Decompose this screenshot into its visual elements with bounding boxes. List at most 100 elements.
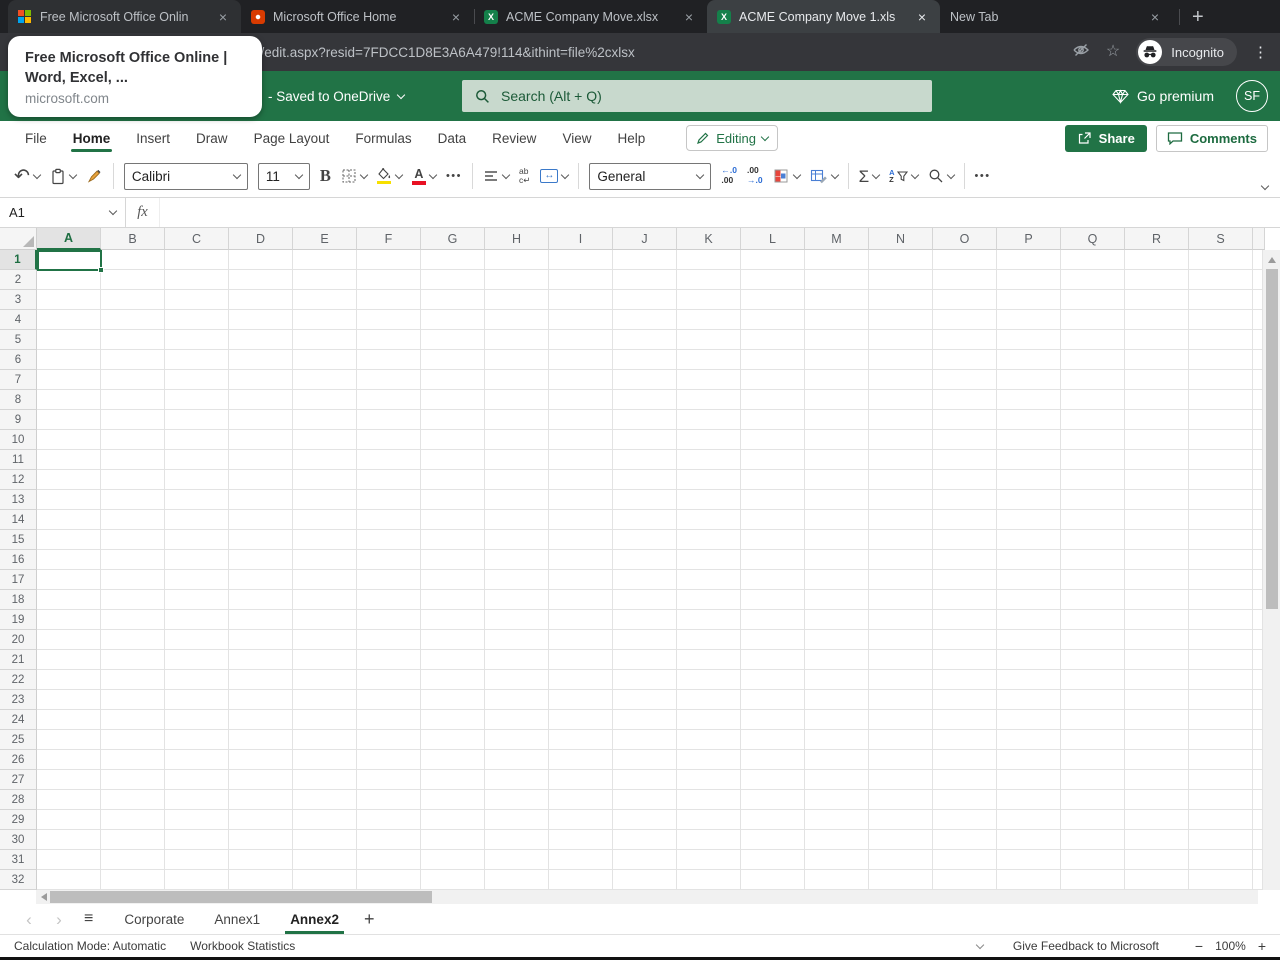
cell-k22[interactable]	[677, 670, 741, 690]
cell-l11[interactable]	[741, 450, 805, 470]
cell-h27[interactable]	[485, 770, 549, 790]
cell-h32[interactable]	[485, 870, 549, 890]
cell-b3[interactable]	[101, 290, 165, 310]
cell-l10[interactable]	[741, 430, 805, 450]
cell-b23[interactable]	[101, 690, 165, 710]
cell-d32[interactable]	[229, 870, 293, 890]
cell-m22[interactable]	[805, 670, 869, 690]
cell-h15[interactable]	[485, 530, 549, 550]
cell-f10[interactable]	[357, 430, 421, 450]
cell-q15[interactable]	[1061, 530, 1125, 550]
cell-s4[interactable]	[1189, 310, 1253, 330]
cell-o6[interactable]	[933, 350, 997, 370]
cell-a16[interactable]	[37, 550, 101, 570]
cell-n29[interactable]	[869, 810, 933, 830]
cell-o9[interactable]	[933, 410, 997, 430]
cell-e25[interactable]	[293, 730, 357, 750]
cell-s17[interactable]	[1189, 570, 1253, 590]
cell-b17[interactable]	[101, 570, 165, 590]
cell-s26[interactable]	[1189, 750, 1253, 770]
cell-r19[interactable]	[1125, 610, 1189, 630]
cell-i14[interactable]	[549, 510, 613, 530]
cell-g10[interactable]	[421, 430, 485, 450]
cell-d26[interactable]	[229, 750, 293, 770]
cell-g32[interactable]	[421, 870, 485, 890]
cell-q22[interactable]	[1061, 670, 1125, 690]
cell-r22[interactable]	[1125, 670, 1189, 690]
cell-o5[interactable]	[933, 330, 997, 350]
cell-j9[interactable]	[613, 410, 677, 430]
cell-c7[interactable]	[165, 370, 229, 390]
cell-i3[interactable]	[549, 290, 613, 310]
cell-s32[interactable]	[1189, 870, 1253, 890]
cell-e27[interactable]	[293, 770, 357, 790]
cell-q29[interactable]	[1061, 810, 1125, 830]
cell-o26[interactable]	[933, 750, 997, 770]
cell-l29[interactable]	[741, 810, 805, 830]
borders-button[interactable]	[341, 168, 369, 184]
cell-h2[interactable]	[485, 270, 549, 290]
cell-m15[interactable]	[805, 530, 869, 550]
cell-c2[interactable]	[165, 270, 229, 290]
cell-m5[interactable]	[805, 330, 869, 350]
cell-p25[interactable]	[997, 730, 1061, 750]
name-box[interactable]: A1	[0, 198, 126, 227]
cell-e9[interactable]	[293, 410, 357, 430]
cell-q11[interactable]	[1061, 450, 1125, 470]
cell-h6[interactable]	[485, 350, 549, 370]
cell-a27[interactable]	[37, 770, 101, 790]
cell-p5[interactable]	[997, 330, 1061, 350]
cell-l5[interactable]	[741, 330, 805, 350]
cell-d25[interactable]	[229, 730, 293, 750]
cell-l14[interactable]	[741, 510, 805, 530]
cell-b10[interactable]	[101, 430, 165, 450]
cell-a5[interactable]	[37, 330, 101, 350]
cell-h24[interactable]	[485, 710, 549, 730]
merge-cells-button[interactable]: ↔	[540, 169, 570, 183]
cell-d6[interactable]	[229, 350, 293, 370]
cell-l24[interactable]	[741, 710, 805, 730]
more-font-options-button[interactable]: •••	[446, 170, 462, 182]
cell-a11[interactable]	[37, 450, 101, 470]
cell-c8[interactable]	[165, 390, 229, 410]
cell-i23[interactable]	[549, 690, 613, 710]
increase-decimal-button[interactable]: .00 →.0	[747, 165, 763, 186]
cell-e4[interactable]	[293, 310, 357, 330]
cell-b24[interactable]	[101, 710, 165, 730]
horizontal-scrollbar[interactable]	[36, 890, 1258, 904]
cell-g29[interactable]	[421, 810, 485, 830]
cell-p3[interactable]	[997, 290, 1061, 310]
cell-f18[interactable]	[357, 590, 421, 610]
cell-j30[interactable]	[613, 830, 677, 850]
cell-p15[interactable]	[997, 530, 1061, 550]
cell-e31[interactable]	[293, 850, 357, 870]
cell-c21[interactable]	[165, 650, 229, 670]
cell-m29[interactable]	[805, 810, 869, 830]
cell-g3[interactable]	[421, 290, 485, 310]
cell-p29[interactable]	[997, 810, 1061, 830]
cell-h9[interactable]	[485, 410, 549, 430]
comments-button[interactable]: Comments	[1155, 124, 1268, 152]
cell-h7[interactable]	[485, 370, 549, 390]
cell-b12[interactable]	[101, 470, 165, 490]
cell-f16[interactable]	[357, 550, 421, 570]
cell-m31[interactable]	[805, 850, 869, 870]
cell-p23[interactable]	[997, 690, 1061, 710]
cell-h13[interactable]	[485, 490, 549, 510]
cell-i4[interactable]	[549, 310, 613, 330]
row-header-24[interactable]: 24	[0, 710, 37, 730]
cell-l9[interactable]	[741, 410, 805, 430]
cell-a7[interactable]	[37, 370, 101, 390]
cell-a22[interactable]	[37, 670, 101, 690]
column-header-k[interactable]: K	[677, 228, 741, 250]
cell-i31[interactable]	[549, 850, 613, 870]
cell-a10[interactable]	[37, 430, 101, 450]
cell-r8[interactable]	[1125, 390, 1189, 410]
cell-d3[interactable]	[229, 290, 293, 310]
prev-sheet-icon[interactable]: ‹	[14, 911, 44, 928]
cell-e15[interactable]	[293, 530, 357, 550]
cell-n22[interactable]	[869, 670, 933, 690]
cell-r7[interactable]	[1125, 370, 1189, 390]
cell-d19[interactable]	[229, 610, 293, 630]
cell-q8[interactable]	[1061, 390, 1125, 410]
